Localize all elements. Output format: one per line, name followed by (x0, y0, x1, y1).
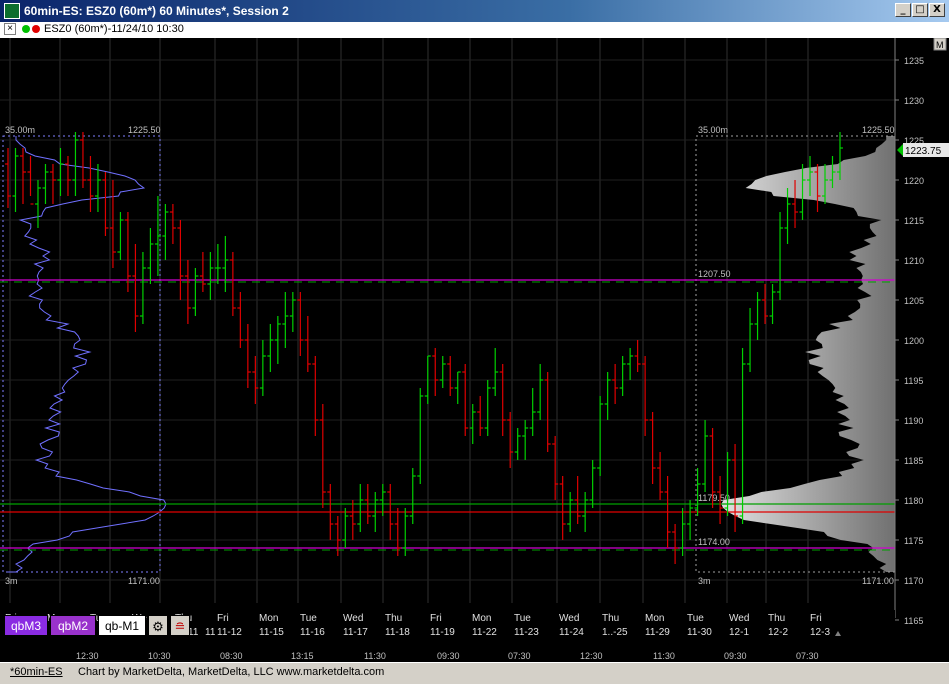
x-date-label: 12-1 (729, 627, 749, 638)
right-profile-bottom-left-label: 3m (698, 576, 711, 586)
tab-qbm3[interactable]: qbM3 (4, 615, 48, 636)
x-date-label: 11-19 (430, 627, 455, 638)
right-profile-top-left-label: 35.00m (698, 125, 728, 135)
x-time-label: 09:30 (724, 651, 747, 661)
x-date-label: 11-16 (300, 627, 325, 638)
y-tick-label: 1170 (904, 576, 923, 586)
y-axis-panel (895, 38, 949, 618)
x-time-label: 07:30 (508, 651, 531, 661)
trash-icon[interactable]: ≘ (170, 615, 190, 636)
y-tick-label: 1185 (904, 456, 923, 466)
x-day-label: Thu (602, 613, 619, 624)
x-day-label: Thu (385, 613, 402, 624)
m-button-label: M (936, 40, 944, 50)
x-day-label: Mon (472, 613, 491, 624)
x-time-label: 10:30 (148, 651, 171, 661)
x-date-label: 11-15 (259, 627, 284, 638)
chart-canvas[interactable]: 35.00m 1225.50 3m 1171.00 35.00m 1225.50 3m 117… (0, 38, 949, 662)
window-title: 60min-ES: ESZ0 (60m*) 60 Minutes*, Sessi… (24, 4, 289, 18)
y-tick-label: 1220 (904, 176, 924, 186)
x-day-label: Mon (259, 613, 278, 624)
y-tick-label: 1230 (904, 96, 924, 106)
x-day-label: Fri (217, 613, 229, 624)
level-label: 1179.50 (698, 493, 730, 503)
x-date-label: 11-23 (514, 627, 539, 638)
tab-qbm2[interactable]: qbM2 (50, 615, 96, 636)
right-profile-top-right-label: 1225.50 (862, 125, 895, 135)
x-date-label: 11-18 (385, 627, 410, 638)
app-icon (4, 3, 20, 19)
x-day-label: Fri (430, 613, 442, 624)
left-profile-bottom-right-label: 1171.00 (128, 576, 160, 586)
y-tick-label: 1210 (904, 256, 924, 266)
close-button[interactable]: X (929, 3, 945, 17)
status-chart-name[interactable]: *60min-ES (10, 666, 63, 678)
minimize-button[interactable]: _ (895, 3, 911, 17)
status-bar: *60min-ES Chart by MarketDelta, MarketDe… (0, 662, 949, 684)
x-date-label: 11-17 (343, 627, 368, 638)
x-time-label: 12:30 (76, 651, 99, 661)
x-time-label: 11:30 (653, 651, 675, 661)
level-label: 1174.00 (698, 537, 730, 547)
x-day-label: Wed (559, 613, 579, 624)
status-red-dot-icon (32, 25, 40, 33)
y-tick-label: 1235 (904, 56, 924, 66)
x-date-label: 11-24 (559, 627, 584, 638)
x-time-label: 07:30 (796, 651, 819, 661)
x-date-label: 1..-25 (602, 627, 628, 638)
level-label: 1207.50 (698, 269, 731, 279)
y-tick-label: 1175 (904, 536, 923, 546)
x-date-label: 11-12 (217, 627, 242, 638)
x-day-label: Tue (514, 613, 531, 624)
y-tick-label: 1190 (904, 416, 923, 426)
chart-info-text: ESZ0 (60m*)-11/24/10 10:30 (44, 23, 184, 35)
x-time-label: 08:30 (220, 651, 243, 661)
x-day-label: Wed (343, 613, 363, 624)
x-day-label: Wed (729, 613, 749, 624)
x-time-label: 13:15 (291, 651, 314, 661)
x-date-label: 11-29 (645, 627, 670, 638)
x-day-label: Tue (300, 613, 317, 624)
left-volume-profile (8, 136, 167, 573)
left-profile-top-right-label: 1225.50 (128, 125, 161, 135)
chart-info-bar: × ESZ0 (60m*)-11/24/10 10:30 (0, 22, 949, 39)
x-day-label: Fri (810, 613, 822, 624)
x-date-label: 11-22 (472, 627, 497, 638)
left-profile-bottom-left-label: 3m (5, 576, 18, 586)
status-green-dot-icon (22, 25, 30, 33)
close-study-icon[interactable]: × (4, 23, 16, 35)
x-partial-date-label: 11 (205, 627, 216, 638)
x-date-label: 11-30 (687, 627, 712, 638)
right-profile-bottom-right-label: 1171.00 (862, 576, 894, 586)
y-tick-label: 1215 (904, 216, 924, 226)
x-date-label: 12-3 (810, 627, 830, 638)
settings-gear-icon[interactable]: ⚙ (148, 615, 168, 636)
x-time-label: 12:30 (580, 651, 603, 661)
tab-qb-m1[interactable]: qb-M1 (98, 615, 146, 636)
last-price-label: 1223.75 (905, 146, 942, 157)
price-chart[interactable]: 35.00m 1225.50 3m 1171.00 35.00m 1225.50 3m 117… (0, 38, 949, 662)
y-tick-label: 1195 (904, 376, 923, 386)
x-day-label: Tue (687, 613, 704, 624)
y-tick-label: 1165 (904, 616, 923, 626)
status-credit: Chart by MarketDelta, MarketDelta, LLC w… (78, 666, 385, 678)
left-profile-top-left-label: 35.00m (5, 125, 35, 135)
maximize-button[interactable]: □ (912, 3, 928, 17)
y-tick-label: 1205 (904, 296, 924, 306)
y-tick-label: 1180 (904, 496, 923, 506)
x-day-label: Thu (768, 613, 785, 624)
window-titlebar[interactable]: 60min-ES: ESZ0 (60m*) 60 Minutes*, Sessi… (0, 0, 949, 22)
x-time-label: 11:30 (364, 651, 386, 661)
y-tick-label: 1200 (904, 336, 924, 346)
x-time-label: 09:30 (437, 651, 460, 661)
x-date-label: 12-2 (768, 627, 788, 638)
x-day-label: Mon (645, 613, 664, 624)
